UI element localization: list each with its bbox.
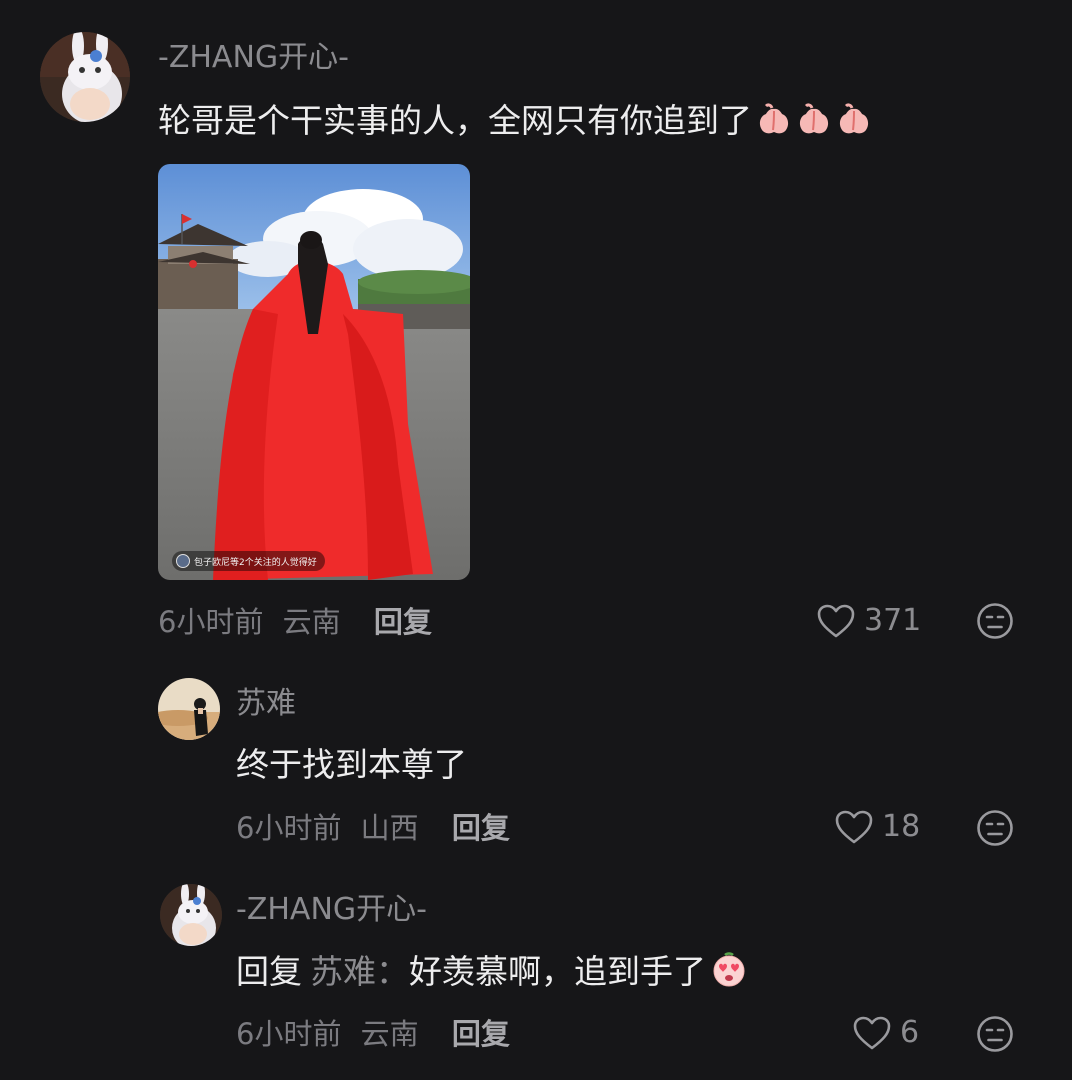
comment-location: 山西	[360, 811, 419, 845]
username[interactable]: 苏难	[236, 684, 296, 724]
dislike-face-icon	[977, 810, 1013, 846]
avatar[interactable]	[40, 32, 130, 122]
like-count: 18	[882, 809, 921, 844]
comment-location: 云南	[282, 605, 341, 639]
comment-text: 回复 苏难：好羡慕啊，追到手了	[236, 951, 748, 999]
comment-time: 6小时前	[158, 605, 264, 639]
like-button[interactable]: 18	[834, 806, 920, 848]
reply-button[interactable]: 回复	[452, 809, 510, 847]
like-button[interactable]: 6	[852, 1012, 919, 1054]
avatar[interactable]	[160, 884, 222, 946]
reply-button[interactable]: 回复	[374, 603, 432, 641]
like-count: 6	[900, 1015, 920, 1050]
comment-body: 轮哥是个干实事的人，全网只有你追到了	[158, 101, 752, 140]
comment-time: 6小时前	[236, 1017, 342, 1051]
comment-meta: 6小时前 云南 回复	[158, 603, 432, 641]
comment-body: 好羡慕啊，追到手了	[409, 952, 706, 991]
comment-list: -ZHANG开心- 轮哥是个干实事的人，全网只有你追到了 包子欧尼等2个关注的人…	[0, 0, 1072, 1080]
reply-target-username[interactable]: 苏难：	[310, 952, 409, 991]
peach-emoji	[836, 102, 872, 148]
media-caption: 包子欧尼等2个关注的人觉得好	[172, 551, 325, 571]
like-count: 371	[864, 603, 922, 638]
comment-text: 轮哥是个干实事的人，全网只有你追到了	[158, 100, 872, 148]
username[interactable]: -ZHANG开心-	[236, 890, 427, 930]
comment-video-thumbnail[interactable]: 包子欧尼等2个关注的人觉得好	[158, 164, 470, 580]
avatar[interactable]	[158, 678, 220, 740]
comment-location: 云南	[360, 1017, 419, 1051]
dislike-button[interactable]	[976, 809, 1014, 847]
dislike-face-icon	[977, 603, 1013, 639]
peach-emoji	[756, 102, 792, 148]
heart-outline-icon	[817, 604, 855, 638]
heart-outline-icon	[853, 1016, 891, 1050]
comment-meta: 6小时前 云南 回复	[236, 1015, 510, 1053]
friend-avatar-icon	[176, 554, 190, 568]
media-caption-text: 包子欧尼等2个关注的人觉得好	[194, 557, 317, 568]
comment-text: 终于找到本尊了	[236, 745, 467, 784]
dislike-face-icon	[977, 1016, 1013, 1052]
peach-emoji	[796, 102, 832, 148]
username[interactable]: -ZHANG开心-	[158, 38, 349, 78]
like-button[interactable]: 371	[816, 600, 921, 642]
dislike-button[interactable]	[976, 602, 1014, 640]
heart-eyes-emoji	[710, 951, 748, 999]
dislike-button[interactable]	[976, 1015, 1014, 1053]
reply-button[interactable]: 回复	[452, 1015, 510, 1053]
heart-outline-icon	[835, 810, 873, 844]
comment-meta: 6小时前 山西 回复	[236, 809, 510, 847]
comment-time: 6小时前	[236, 811, 342, 845]
reply-prefix: 回复	[236, 952, 302, 991]
